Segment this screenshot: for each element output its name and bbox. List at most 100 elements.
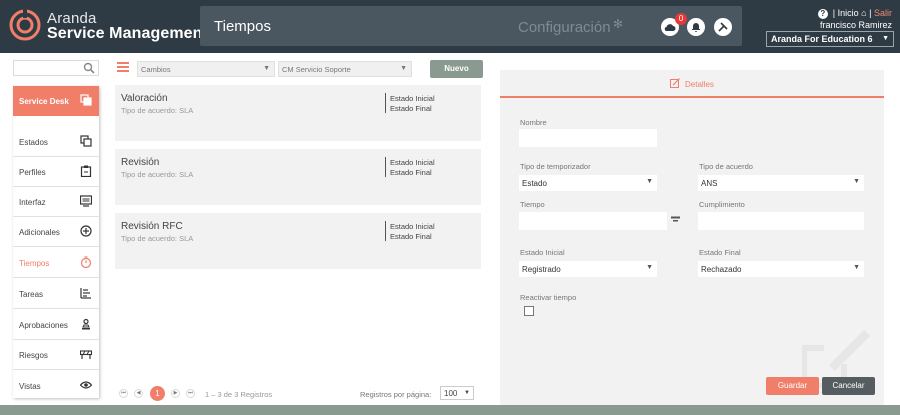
chevron-down-icon: ▼ [853, 264, 860, 271]
prev-page-icon[interactable]: ◀ [134, 389, 143, 398]
module-select[interactable]: Cambios ▼ [137, 61, 275, 77]
tiempo-label: Tiempo [520, 200, 545, 209]
current-page[interactable]: 1 [150, 386, 165, 401]
menu-icon[interactable] [117, 62, 129, 72]
stopwatch-icon [80, 256, 92, 268]
tools-icon[interactable] [714, 18, 732, 36]
config-label[interactable]: Configuración [518, 19, 611, 36]
card-name: Revisión [121, 157, 160, 168]
copy-icon [80, 94, 92, 106]
card-type: Tipo de acuerdo: SLA [121, 106, 194, 115]
top-links: ? | Inicio ⌂ | Salir [817, 8, 892, 19]
copy-icon [80, 135, 92, 147]
sidebar-item-aprobaciones[interactable]: Aprobaciones [13, 310, 99, 340]
cancel-button[interactable]: Cancelar [822, 377, 875, 395]
service-select[interactable]: CM Servicio Soporte ▼ [278, 61, 412, 77]
sidebar-item-label: Service Desk [19, 97, 69, 106]
last-page-icon[interactable]: ⏭ [186, 389, 195, 398]
edit-icon [670, 78, 680, 88]
time-card[interactable]: Valoración Tipo de acuerdo: SLA Estado I… [115, 85, 481, 141]
per-page-value: 100 [444, 389, 458, 398]
final-state-select[interactable]: Rechazado ▼ [698, 261, 864, 277]
keyboard-icon[interactable] [671, 215, 680, 224]
first-page-icon[interactable]: ⏮ [119, 389, 128, 398]
company-select-value: Aranda For Education 6 [771, 34, 873, 44]
per-page-label: Registros por página: [360, 390, 432, 399]
bell-icon[interactable] [687, 18, 705, 36]
company-select[interactable]: Aranda For Education 6 ▼ [766, 31, 894, 47]
per-page-select[interactable]: 100 ▼ [440, 386, 474, 400]
sidebar-item-label: Tareas [19, 290, 44, 299]
time-card[interactable]: Revisión Tipo de acuerdo: SLA Estado Ini… [115, 149, 481, 205]
sidebar: Service Desk Estados Perfiles Interfaz A… [13, 86, 99, 398]
plus-circle-icon [80, 225, 92, 237]
salir-link[interactable]: Salir [874, 8, 892, 18]
gear-icon: ✻ [613, 17, 624, 31]
sidebar-item-tiempos[interactable]: Tiempos [13, 248, 99, 278]
cumplimiento-field[interactable] [698, 212, 864, 230]
title-bar: Tiempos Configuración ✻ 0 [200, 6, 742, 46]
timer-type-select[interactable]: Estado ▼ [519, 175, 657, 191]
sidebar-search-input[interactable] [13, 60, 99, 76]
stamp-icon [82, 318, 90, 330]
card-divider [385, 157, 386, 177]
sidebar-item-label: Estados [19, 138, 48, 147]
sidebar-item-label: Interfaz [19, 198, 46, 207]
chevron-down-icon: ▼ [464, 390, 470, 396]
card-divider [385, 93, 386, 113]
sidebar-item-tareas[interactable]: Tareas [13, 279, 99, 309]
tab-label: Detalles [685, 80, 714, 89]
nombre-field[interactable] [519, 129, 657, 147]
initial-state-select[interactable]: Registrado ▼ [519, 261, 657, 277]
tab-detalles[interactable]: Detalles [500, 70, 884, 98]
card-final-state: Estado Final [390, 104, 432, 113]
eye-icon [80, 381, 92, 389]
new-button[interactable]: Nuevo [430, 60, 483, 78]
agreement-type-select[interactable]: ANS ▼ [698, 175, 864, 191]
brand-product: Service Management [47, 25, 208, 42]
card-name: Revisión RFC [121, 221, 183, 232]
sidebar-item-service-desk[interactable]: Service Desk [13, 86, 99, 116]
time-card[interactable]: Revisión RFC Tipo de acuerdo: SLA Estado… [115, 213, 481, 269]
sidebar-item-interfaz[interactable]: Interfaz [13, 187, 99, 217]
clipboard-icon [80, 165, 92, 177]
aranda-logo-icon [9, 9, 41, 41]
page-title: Tiempos [214, 18, 271, 35]
chevron-down-icon: ▼ [882, 35, 889, 42]
sidebar-item-estados[interactable]: Estados [13, 127, 99, 157]
nombre-label: Nombre [520, 118, 547, 127]
top-header: Aranda Service Management Tiempos Config… [0, 0, 900, 53]
task-list-icon [80, 288, 91, 299]
agreement-type-value: ANS [701, 179, 718, 188]
card-type: Tipo de acuerdo: SLA [121, 170, 194, 179]
links-separator: | [832, 8, 836, 18]
cumplimiento-label: Cumplimiento [699, 200, 745, 209]
initial-state-label: Estado Inicial [520, 248, 565, 257]
barrier-icon [80, 350, 92, 359]
initial-state-value: Registrado [522, 265, 561, 274]
card-name: Valoración [121, 93, 168, 104]
card-divider [385, 221, 386, 241]
sidebar-item-label: Riesgos [19, 351, 48, 360]
timer-type-value: Estado [522, 179, 547, 188]
inicio-link[interactable]: Inicio [838, 8, 859, 18]
sidebar-item-label: Aprobaciones [19, 321, 68, 330]
sidebar-item-riesgos[interactable]: Riesgos [13, 340, 99, 370]
reactivate-label: Reactivar tiempo [520, 293, 577, 302]
next-page-icon[interactable]: ▶ [171, 389, 180, 398]
sidebar-item-vistas[interactable]: Vistas [13, 371, 99, 398]
sidebar-item-label: Vistas [19, 382, 41, 391]
tiempo-field[interactable] [519, 212, 667, 230]
service-select-value: CM Servicio Soporte [282, 65, 351, 74]
card-final-state: Estado Final [390, 168, 432, 177]
help-icon[interactable]: ? [817, 9, 828, 19]
search-icon [83, 62, 95, 74]
home-icon[interactable]: ⌂ [861, 8, 866, 18]
links-separator: | [869, 8, 872, 18]
save-button[interactable]: Guardar [766, 377, 819, 395]
sidebar-item-adicionales[interactable]: Adicionales [13, 217, 99, 247]
reactivate-checkbox[interactable] [524, 306, 534, 316]
sidebar-item-perfiles[interactable]: Perfiles [13, 157, 99, 187]
card-initial-state: Estado Inicial [390, 222, 435, 231]
notification-badge: 0 [675, 13, 687, 25]
